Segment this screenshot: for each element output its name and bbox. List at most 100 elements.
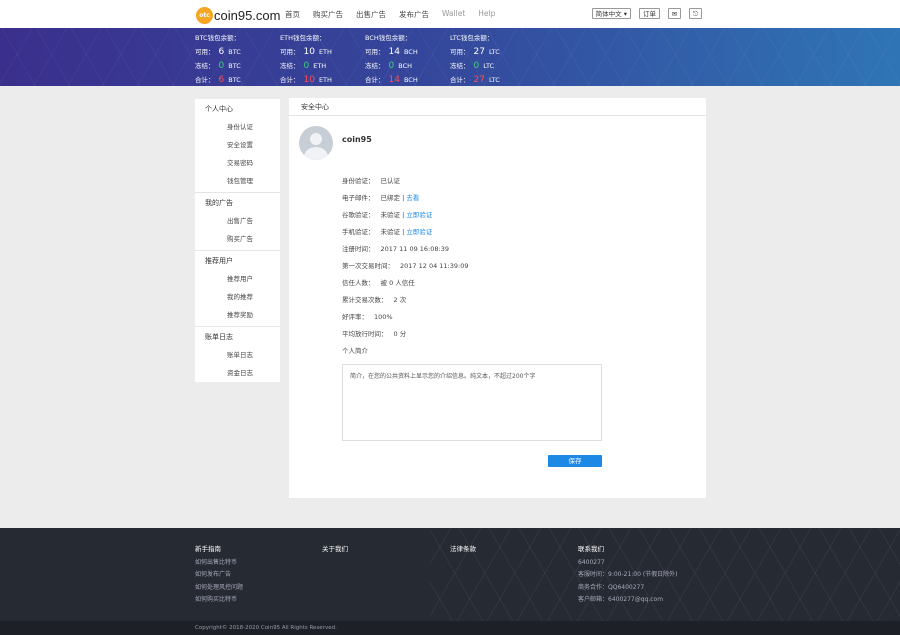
- sidebar-item-referral-rewards[interactable]: 推荐奖励: [195, 309, 280, 321]
- unit: LTC: [483, 62, 495, 70]
- sidebar-divider: [195, 250, 280, 251]
- info-value: 2 次: [393, 296, 407, 304]
- sidebar-item-fund-log[interactable]: 资金日志: [195, 367, 280, 379]
- info-row-rating: 好评率： 100%: [342, 309, 468, 326]
- footer-col-title[interactable]: 法律条款: [450, 543, 476, 556]
- footer-col-contact: 联系我们 6400277 客服时间：9:00-21:00 (节假日除外) 商务合…: [578, 543, 678, 607]
- sidebar-item-bill-log[interactable]: 账单日志: [195, 349, 280, 361]
- footer-contact-line: 6400277: [578, 558, 605, 566]
- info-label: 手机验证：: [342, 228, 375, 236]
- info-value: 0 分: [393, 330, 407, 338]
- footer-col-title: 联系我们: [578, 545, 604, 553]
- nav-buy-ads[interactable]: 购买广告: [313, 9, 343, 20]
- unit: BCH: [403, 76, 418, 84]
- info-label: 好评率：: [342, 313, 368, 321]
- sidebar-item-sell-ads[interactable]: 出售广告: [195, 215, 280, 227]
- balance-ltc: LTC钱包余额： 可用： 27 LTC 冻结： 0 LTC 合计： 27 LTC: [450, 31, 500, 86]
- info-label: 平均放行时间：: [342, 330, 388, 338]
- wallet-balance-banner: BTC钱包余额： 可用： 6 BTC 冻结： 0 BTC 合计： 6 BTC ETH钱包余额…: [0, 28, 900, 86]
- balance-btc: BTC钱包余额： 可用： 6 BTC 冻结： 0 BTC 合计： 6 BTC: [195, 31, 241, 86]
- footer-contact-line: 客服时间：9:00-21:00 (节假日除外): [578, 571, 678, 578]
- frozen-value: 0: [218, 61, 225, 71]
- orders-button[interactable]: 订单: [639, 8, 660, 19]
- footer-link[interactable]: 如何购买比特币: [195, 594, 243, 607]
- info-value: 2017 11 09 16:08:39: [380, 245, 449, 253]
- balance-bch: BCH钱包余额： 可用： 14 BCH 冻结： 0 BCH 合计： 14 BCH: [365, 31, 418, 86]
- info-row-trust-count: 信任人数： 被 0 人信任: [342, 275, 468, 292]
- avatar-head-shape: [310, 133, 322, 145]
- phone-verify-link[interactable]: 立即验证: [406, 228, 432, 236]
- unit: LTC: [488, 48, 500, 56]
- personal-intro-textarea[interactable]: 简介，在您的公共资料上显示您的介绍信息。纯文本，不超过200个字: [342, 364, 602, 441]
- total-value: 10: [303, 75, 315, 85]
- info-label: 身份验证：: [342, 177, 375, 185]
- info-row-google-auth: 谷歌验证： 未验证 | 立即验证: [342, 207, 468, 224]
- total-label: 合计：: [195, 76, 215, 84]
- nav-wallet[interactable]: Wallet: [442, 9, 465, 20]
- security-center-panel: 安全中心 coin95 身份验证： 已认证 电子邮件： 已绑定 | 去看 谷歌验证：…: [289, 98, 706, 498]
- info-label: 信任人数：: [342, 279, 375, 287]
- info-value: 2017 12 04 11:39:09: [400, 262, 469, 270]
- sidebar-item-my-referrals[interactable]: 我的推荐: [195, 291, 280, 303]
- message-icon[interactable]: ✉: [668, 8, 681, 19]
- sidebar-item-wallet[interactable]: 钱包管理: [195, 175, 280, 187]
- footer-link[interactable]: 如何处理风控问题: [195, 582, 243, 595]
- unit: BTC: [228, 48, 241, 56]
- info-row-identity: 身份验证： 已认证: [342, 173, 468, 190]
- balance-eth: ETH钱包余额： 可用： 10 ETH 冻结： 0 ETH 合计： 10 ETH: [280, 31, 332, 86]
- save-button[interactable]: 保存: [548, 455, 602, 467]
- nav-post-ad[interactable]: 发布广告: [399, 9, 429, 20]
- frozen-label: 冻结：: [280, 62, 300, 70]
- language-select[interactable]: 简体中文 ▾: [591, 8, 631, 19]
- footer-link[interactable]: 如何发布广告: [195, 569, 243, 582]
- info-value: 未验证 |: [380, 228, 405, 236]
- logout-icon[interactable]: ⎋: [689, 8, 702, 19]
- nav-help[interactable]: Help: [478, 9, 495, 20]
- info-row-intro-label: 个人简介: [342, 343, 468, 360]
- unit: ETH: [318, 48, 332, 56]
- sidebar-item-trade-password[interactable]: 交易密码: [195, 157, 280, 169]
- sidebar-divider: [195, 326, 280, 327]
- site-logo[interactable]: otc coin95.com: [196, 6, 280, 24]
- sidebar-group-logs: 账单日志: [205, 333, 233, 341]
- balance-title: LTC钱包余额：: [450, 34, 494, 42]
- total-label: 合计：: [280, 76, 300, 84]
- total-label: 合计：: [450, 76, 470, 84]
- info-label: 谷歌验证：: [342, 211, 375, 219]
- info-label: 累计交易次数：: [342, 296, 388, 304]
- available-value: 10: [303, 47, 315, 57]
- info-value: 100%: [374, 313, 393, 321]
- available-value: 27: [473, 47, 485, 57]
- footer-link[interactable]: 如何出售比特币: [195, 557, 243, 570]
- available-value: 14: [388, 47, 400, 57]
- sidebar-group-referral: 推荐用户: [205, 257, 233, 265]
- footer-col-title[interactable]: 关于我们: [322, 543, 348, 556]
- frozen-value: 0: [473, 61, 480, 71]
- unit: BTC: [228, 62, 241, 70]
- google-verify-link[interactable]: 立即验证: [406, 211, 432, 219]
- logo-text: coin95.com: [214, 7, 281, 23]
- info-label: 个人简介: [342, 347, 368, 355]
- balance-title: BCH钱包余额：: [365, 34, 412, 42]
- nav-sell-ads[interactable]: 出售广告: [356, 9, 386, 20]
- sidebar-item-identity[interactable]: 身份认证: [195, 121, 280, 133]
- info-row-trade-count: 累计交易次数： 2 次: [342, 292, 468, 309]
- available-label: 可用：: [280, 48, 300, 56]
- available-label: 可用：: [195, 48, 215, 56]
- nav-home[interactable]: 首页: [285, 9, 300, 20]
- frozen-label: 冻结：: [365, 62, 385, 70]
- sidebar-item-security[interactable]: 安全设置: [195, 139, 280, 151]
- email-view-link[interactable]: 去看: [406, 194, 419, 202]
- info-label: 第一次交易时间：: [342, 262, 394, 270]
- footer-col-about: 关于我们: [322, 543, 348, 557]
- main-nav: 首页 购买广告 出售广告 发布广告 Wallet Help: [285, 9, 495, 20]
- sidebar-item-referral-users[interactable]: 推荐用户: [195, 273, 280, 285]
- info-value: 已认证: [380, 177, 401, 185]
- info-value: 已绑定 |: [380, 194, 405, 202]
- sidebar-item-buy-ads[interactable]: 购买广告: [195, 233, 280, 245]
- frozen-label: 冻结：: [195, 62, 215, 70]
- username: coin95: [342, 135, 372, 144]
- info-label: 注册时间：: [342, 245, 375, 253]
- footer-col-legal: 法律条款: [450, 543, 476, 557]
- avatar: [299, 126, 333, 160]
